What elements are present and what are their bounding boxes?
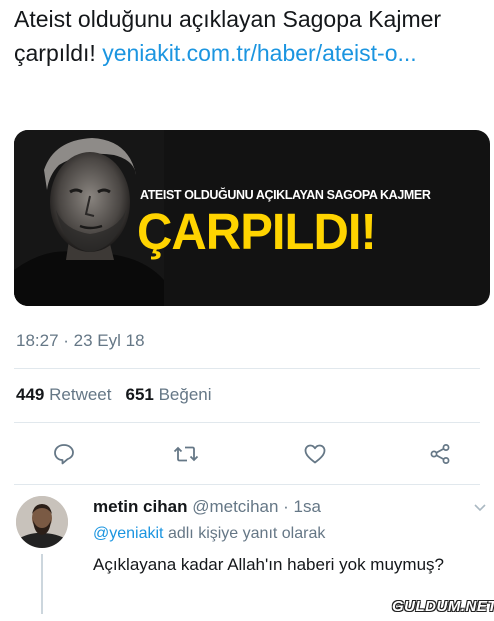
retweet-button[interactable] [172, 440, 200, 468]
watermark: GULDUM.NET [392, 598, 494, 615]
media-headline-big: ÇARPILDI! [137, 203, 377, 260]
retweet-label: Retweet [49, 385, 112, 404]
media-headline-small: ATEIST OLDUĞUNU AÇIKLAYAN SAGOPA KAJMER [140, 188, 431, 202]
reply-body: Açıklayana kadar Allah'ın haberi yok muy… [93, 555, 444, 574]
retweet-count: 449 [16, 385, 45, 404]
avatar-photo [16, 496, 68, 548]
like-count: 651 [125, 385, 154, 404]
tweet-timestamp[interactable]: 18:27 · 23 Eyl 18 [16, 331, 145, 351]
reply-to-mention[interactable]: @yeniakit [93, 525, 164, 542]
tweet-link[interactable]: yeniakit.com.tr/haber/ateist-o... [102, 40, 416, 66]
like-label: Beğeni [158, 385, 212, 404]
tweet-stats: 449 Retweet 651 Beğeni [16, 385, 212, 405]
reply-button[interactable] [50, 440, 78, 468]
reply-to-suffix: adlı kişiye yanıt olarak [167, 525, 326, 542]
retweet-icon [173, 446, 199, 462]
retweet-stat[interactable]: 449 Retweet [16, 385, 111, 404]
reply-header: metin cihan @metcihan · 1sa [93, 497, 321, 517]
reply-handle-time: @metcihan · 1sa [192, 497, 321, 516]
divider [14, 368, 480, 369]
reply-icon [54, 444, 74, 465]
avatar[interactable] [16, 496, 68, 548]
divider [14, 484, 480, 485]
tweet-text: Ateist olduğunu açıklayan Sagopa Kajmer … [14, 2, 484, 70]
reply-display-name[interactable]: metin cihan [93, 497, 187, 516]
like-button[interactable] [301, 440, 329, 468]
share-button[interactable] [426, 440, 454, 468]
like-stat[interactable]: 651 Beğeni [125, 385, 211, 404]
like-icon [304, 444, 326, 464]
thread-line [41, 554, 43, 614]
share-icon [430, 444, 450, 464]
reply-to-line: @yeniakit adlı kişiye yanıt olarak [93, 525, 325, 543]
divider [14, 422, 480, 423]
chevron-down-icon[interactable] [472, 499, 488, 515]
